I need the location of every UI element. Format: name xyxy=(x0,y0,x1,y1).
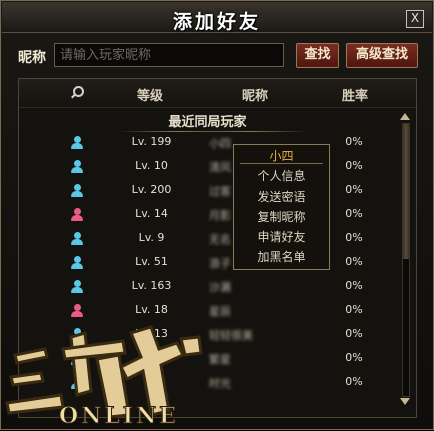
row-win-rate: 0% xyxy=(345,375,363,388)
male-player-icon xyxy=(71,160,83,174)
row-level: Lv. 14 xyxy=(135,207,168,220)
scrollbar[interactable] xyxy=(400,113,410,405)
row-level: Lv. 9 xyxy=(138,231,165,244)
scroll-track[interactable] xyxy=(402,123,410,397)
search-button[interactable]: 查找 xyxy=(296,43,339,68)
table-row[interactable]: Lv. 51 浪子 0% xyxy=(19,251,396,275)
male-player-icon xyxy=(71,256,83,270)
scroll-thumb[interactable] xyxy=(403,124,409,259)
row-win-rate: 0% xyxy=(345,279,363,292)
row-nickname: 星辰 xyxy=(209,305,231,318)
scroll-up-arrow-icon[interactable] xyxy=(400,113,410,120)
table-row[interactable]: Lv. 9 无名 0% xyxy=(19,227,396,251)
header-level: 等级 xyxy=(137,89,164,104)
header-win-rate: 胜率 xyxy=(342,89,369,104)
nickname-input[interactable] xyxy=(54,43,284,67)
male-player-icon xyxy=(71,184,83,198)
row-win-rate: 0% xyxy=(345,207,363,220)
row-win-rate: 0% xyxy=(345,351,363,364)
game-logo-subtitle: ONLINE xyxy=(59,403,179,429)
context-menu-divider xyxy=(240,163,323,164)
search-icon[interactable] xyxy=(73,86,84,97)
menu-item-whisper[interactable]: 发送密语 xyxy=(234,188,329,205)
table-row[interactable]: Lv. 163 沙漏 0% xyxy=(19,275,396,299)
menu-item-blacklist[interactable]: 加黑名单 xyxy=(234,248,329,265)
male-player-icon xyxy=(71,232,83,246)
row-win-rate: 0% xyxy=(345,135,363,148)
menu-item-profile[interactable]: 个人信息 xyxy=(234,167,329,184)
table-row[interactable]: Lv. 199 小四 0% xyxy=(19,131,396,155)
game-logo: ONLINE xyxy=(5,325,203,430)
nickname-label: 昵称 xyxy=(18,50,46,66)
row-level: Lv. 163 xyxy=(131,279,172,292)
table-header: 等级 昵称 胜率 xyxy=(19,79,416,108)
row-level: Lv. 200 xyxy=(131,183,172,196)
table-row[interactable]: Lv. 10 清风 0% xyxy=(19,155,396,179)
table-row[interactable]: Lv. 14 月影 0% xyxy=(19,203,396,227)
male-player-icon xyxy=(71,136,83,150)
player-context-menu: 小四 个人信息 发送密语 复制昵称 申请好友 加黑名单 xyxy=(233,144,330,270)
row-level: Lv. 18 xyxy=(135,303,168,316)
row-level: Lv. 10 xyxy=(135,159,168,172)
row-win-rate: 0% xyxy=(345,183,363,196)
menu-item-add-friend[interactable]: 申请好友 xyxy=(234,228,329,245)
row-win-rate: 0% xyxy=(345,255,363,268)
close-button[interactable]: X xyxy=(406,10,424,28)
window-title: 添加好友 xyxy=(172,11,261,33)
add-friend-window: 添加好友 X 昵称 查找 高级查找 等级 昵称 胜率 最近同局玩家 Lv. 19… xyxy=(0,0,434,430)
context-menu-title: 小四 xyxy=(269,149,294,163)
row-level: Lv. 51 xyxy=(135,255,168,268)
header-nickname: 昵称 xyxy=(242,89,269,104)
title-bar[interactable]: 添加好友 X xyxy=(2,2,432,33)
female-player-icon xyxy=(71,304,83,318)
row-nickname: 沙漏 xyxy=(209,281,231,294)
table-row[interactable]: Lv. 200 过客 0% xyxy=(19,179,396,203)
row-win-rate: 0% xyxy=(345,327,363,340)
row-win-rate: 0% xyxy=(345,231,363,244)
male-player-icon xyxy=(71,280,83,294)
row-win-rate: 0% xyxy=(345,159,363,172)
female-player-icon xyxy=(71,208,83,222)
row-win-rate: 0% xyxy=(345,303,363,316)
menu-item-copy-nickname[interactable]: 复制昵称 xyxy=(234,208,329,225)
advanced-search-button[interactable]: 高级查找 xyxy=(346,43,418,68)
scroll-down-arrow-icon[interactable] xyxy=(400,398,410,405)
row-level: Lv. 199 xyxy=(131,135,172,148)
section-title: 最近同局玩家 xyxy=(19,111,396,132)
